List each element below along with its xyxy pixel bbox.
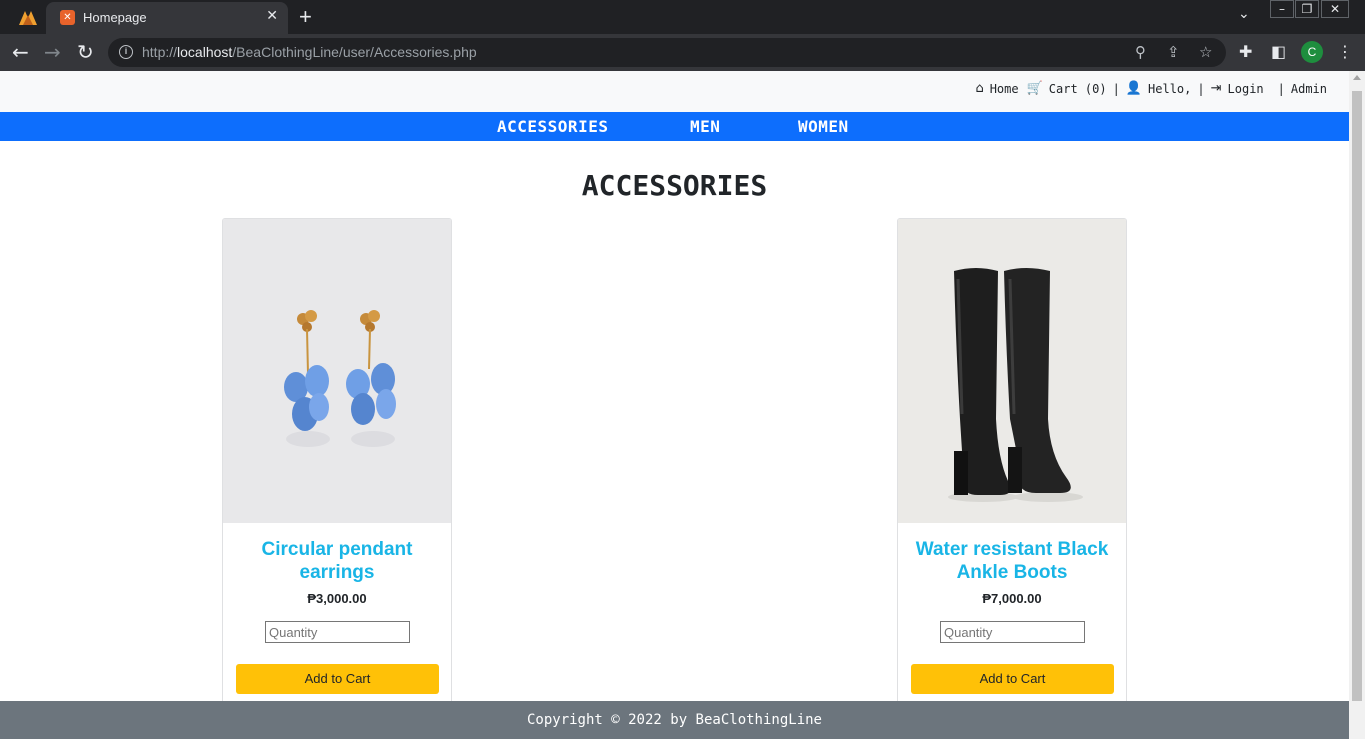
browser-toolbar: ← → ↻ i http://localhost/BeaClothingLine… [0,34,1365,71]
site-info-icon[interactable]: i [119,45,133,59]
profile-avatar[interactable]: C [1301,41,1323,63]
top-utility-bar: ⌂ Home 🛒 Cart (0) | 👤 Hello, | ⇥ Login |… [0,71,1349,112]
page-scrollbar[interactable] [1349,71,1365,739]
home-icon: ⌂ [975,81,984,96]
zoom-icon[interactable]: ⚲ [1135,43,1146,61]
add-to-cart-button[interactable]: Add to Cart [911,664,1114,694]
new-tab-icon[interactable]: + [299,4,312,30]
login-link[interactable]: Login [1228,82,1264,96]
category-nav: ACCESSORIES MEN WOMEN [0,112,1349,141]
browser-menu-icon[interactable]: ⋮ [1337,42,1353,61]
separator: | [1277,81,1285,96]
share-icon[interactable]: ⇪ [1167,43,1180,61]
quantity-input[interactable] [940,621,1085,643]
boots-product-image[interactable] [898,219,1126,523]
cart-icon: 🛒 [1026,81,1043,96]
nav-women[interactable]: WOMEN [798,117,849,136]
add-to-cart-button[interactable]: Add to Cart [236,664,439,694]
product-card: Circular pendant earrings ₱3,000.00 Add … [222,218,452,718]
top-links: ⌂ Home 🛒 Cart (0) | 👤 Hello, | ⇥ Login |… [975,81,1327,96]
address-bar[interactable]: i http://localhost/BeaClothingLine/user/… [108,38,1226,67]
nav-men[interactable]: MEN [690,117,720,136]
page-title: ACCESSORIES [581,169,768,202]
nav-accessories[interactable]: ACCESSORIES [497,117,608,136]
admin-link[interactable]: Admin [1291,82,1327,96]
hello-text: Hello, [1148,81,1192,96]
xampp-app-icon [19,11,37,25]
product-name[interactable]: Circular pendant earrings [233,538,441,584]
separator: | [1112,81,1120,96]
separator: | [1197,81,1205,96]
extensions-puzzle-icon[interactable]: ✚ [1239,42,1252,61]
tab-search-chevron-icon[interactable]: ⌄ [1238,6,1250,22]
user-icon: 👤 [1125,81,1143,96]
reload-icon[interactable]: ↻ [77,40,94,64]
close-tab-icon[interactable]: ✕ [266,8,278,24]
footer-copyright: Copyright © 2022 by BeaClothingLine [0,701,1349,739]
back-arrow-icon[interactable]: ← [12,40,29,64]
browser-tabbar: ✕ Homepage ✕ + ⌄ – ❐ ✕ [0,0,1365,34]
tab-title: Homepage [83,10,147,25]
quantity-input[interactable] [265,621,410,643]
scroll-up-arrow-icon[interactable] [1353,75,1361,80]
side-panel-icon[interactable]: ◧ [1271,42,1286,61]
scroll-thumb[interactable] [1352,91,1362,701]
web-page: ⌂ Home 🛒 Cart (0) | 👤 Hello, | ⇥ Login |… [0,71,1349,739]
product-price: ₱7,000.00 [982,591,1042,606]
product-card: Water resistant Black Ankle Boots ₱7,000… [897,218,1127,718]
product-price: ₱3,000.00 [307,591,367,606]
url-text[interactable]: http://localhost/BeaClothingLine/user/Ac… [142,44,477,60]
home-link[interactable]: Home [990,82,1019,96]
product-name[interactable]: Water resistant Black Ankle Boots [908,538,1116,584]
login-icon: ⇥ [1210,81,1222,96]
close-window-icon[interactable]: ✕ [1321,0,1349,18]
earrings-product-image[interactable] [223,219,451,523]
forward-arrow-icon[interactable]: → [44,40,61,64]
restore-window-icon[interactable]: ❐ [1295,0,1319,18]
browser-tab-homepage[interactable]: ✕ Homepage ✕ [46,2,288,34]
cart-link[interactable]: Cart (0) [1049,82,1107,96]
bookmark-star-icon[interactable]: ☆ [1199,43,1212,61]
xampp-favicon-icon: ✕ [60,10,75,25]
minimize-window-icon[interactable]: – [1270,0,1294,18]
